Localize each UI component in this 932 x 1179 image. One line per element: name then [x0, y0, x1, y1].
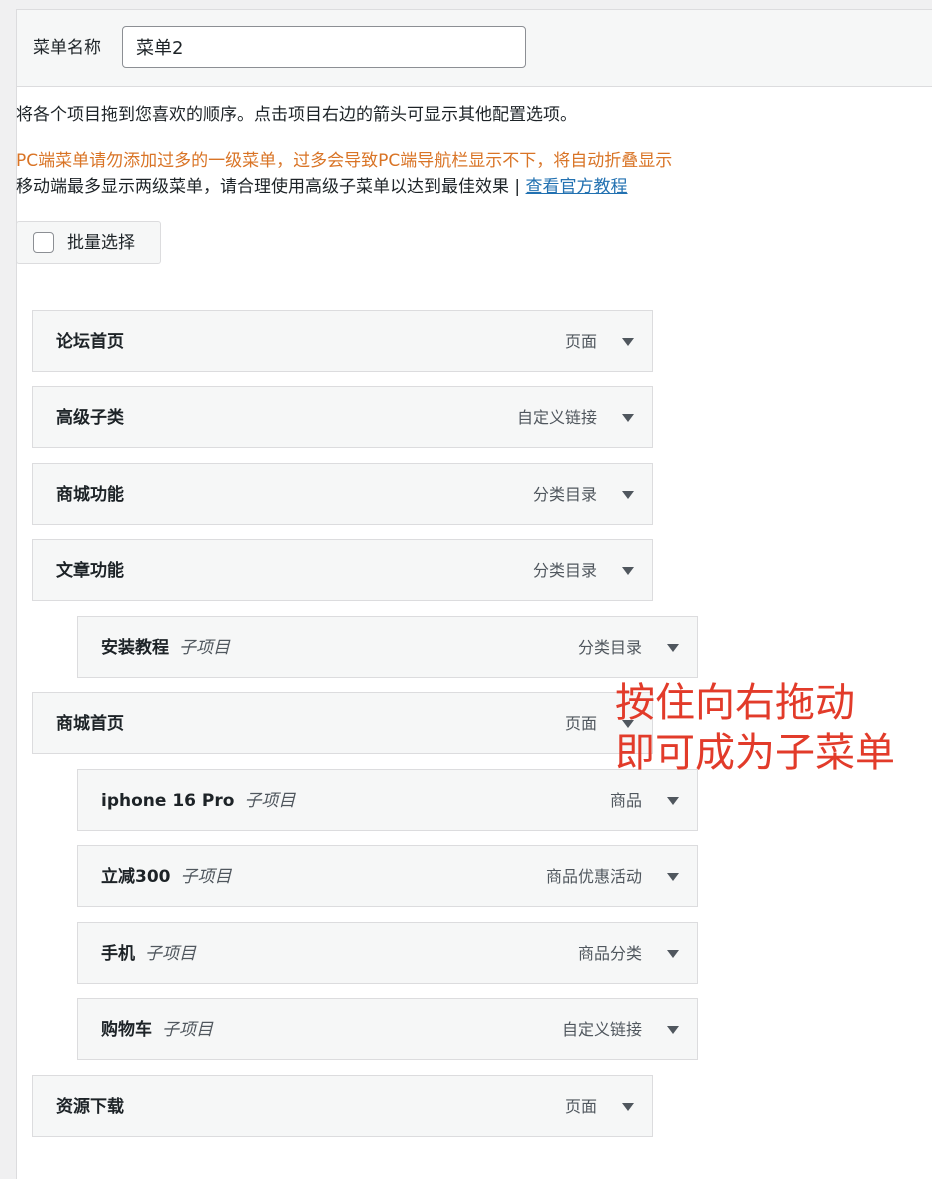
menu-subitem[interactable]: 安装教程 子项目 分类目录 [77, 616, 698, 678]
drag-hint-annotation: 按住向右拖动 即可成为子菜单 [615, 678, 895, 778]
menu-item-title: 购物车 子项目 [101, 1020, 213, 1040]
menu-item[interactable]: 资源下载 页面 [32, 1075, 653, 1137]
menu-item-title: 高级子类 [56, 408, 124, 428]
menu-subitem[interactable]: 手机 子项目 商品分类 [77, 922, 698, 984]
menu-item[interactable]: 文章功能 分类目录 [32, 539, 653, 601]
menu-item-type: 页面 [564, 714, 597, 733]
bulk-select-button[interactable]: 批量选择 [16, 221, 161, 264]
drag-hint-line2: 即可成为子菜单 [615, 730, 895, 776]
expand-arrow-icon[interactable] [661, 1019, 685, 1041]
menu-name-bar: 菜单名称 [17, 10, 932, 87]
bulk-select-label: 批量选择 [67, 233, 135, 253]
menu-item-type: 分类目录 [532, 561, 597, 580]
warning-text: PC端菜单请勿添加过多的一级菜单，过多会导致PC端导航栏显示不下，将自动折叠显示 [16, 151, 673, 171]
menu-item-title: 文章功能 [56, 561, 124, 581]
expand-arrow-icon[interactable] [661, 943, 685, 965]
menu-item-title: 立减300 子项目 [101, 867, 232, 887]
menu-item-title: iphone 16 Pro 子项目 [101, 791, 296, 811]
menu-item-type: 页面 [564, 1097, 597, 1116]
menu-subitem[interactable]: iphone 16 Pro 子项目 商品 [77, 769, 698, 831]
mobile-note: 移动端最多显示两级菜单，请合理使用高级子菜单以达到最佳效果 | 查看官方教程 [16, 176, 628, 198]
subitem-tag: 子项目 [179, 638, 230, 658]
expand-arrow-icon[interactable] [616, 484, 640, 506]
menu-item-title: 商城首页 [56, 714, 124, 734]
menu-name-input[interactable] [122, 26, 526, 68]
menu-item-title: 商城功能 [56, 485, 124, 505]
menu-item-title: 安装教程 子项目 [101, 638, 230, 658]
subitem-tag: 子项目 [162, 1020, 213, 1040]
menu-item-type: 自定义链接 [561, 1020, 642, 1039]
menu-item-type: 商品 [609, 791, 642, 810]
tutorial-link[interactable]: 查看官方教程 [526, 177, 628, 197]
drag-hint-line1: 按住向右拖动 [615, 680, 855, 726]
menu-item[interactable]: 论坛首页 页面 [32, 310, 653, 372]
menu-item-type: 商品分类 [577, 944, 642, 963]
menu-item[interactable]: 商城首页 页面 [32, 692, 653, 754]
menu-item-title: 手机 子项目 [101, 944, 196, 964]
menu-item[interactable]: 高级子类 自定义链接 [32, 386, 653, 448]
menu-item[interactable]: 商城功能 分类目录 [32, 463, 653, 525]
menu-subitem[interactable]: 立减300 子项目 商品优惠活动 [77, 845, 698, 907]
mobile-note-text: 移动端最多显示两级菜单，请合理使用高级子菜单以达到最佳效果 | [16, 177, 526, 197]
menu-item-type: 商品优惠活动 [545, 867, 642, 886]
menu-item-type: 分类目录 [532, 485, 597, 504]
expand-arrow-icon[interactable] [661, 637, 685, 659]
menu-item-type: 分类目录 [577, 638, 642, 657]
menu-item-title: 资源下载 [56, 1097, 124, 1117]
menu-item-type: 页面 [564, 332, 597, 351]
menu-item-title: 论坛首页 [56, 332, 124, 352]
expand-arrow-icon[interactable] [616, 407, 640, 429]
menu-item-type: 自定义链接 [516, 408, 597, 427]
instruction-text: 将各个项目拖到您喜欢的顺序。点击项目右边的箭头可显示其他配置选项。 [16, 105, 577, 125]
bulk-select-checkbox[interactable] [33, 232, 54, 253]
menu-subitem[interactable]: 购物车 子项目 自定义链接 [77, 998, 698, 1060]
expand-arrow-icon[interactable] [616, 1096, 640, 1118]
expand-arrow-icon[interactable] [661, 790, 685, 812]
subitem-tag: 子项目 [180, 867, 232, 887]
menu-name-label: 菜单名称 [33, 38, 101, 58]
subitem-tag: 子项目 [145, 944, 196, 964]
expand-arrow-icon[interactable] [616, 331, 640, 353]
expand-arrow-icon[interactable] [616, 560, 640, 582]
expand-arrow-icon[interactable] [661, 866, 685, 888]
subitem-tag: 子项目 [244, 791, 296, 811]
